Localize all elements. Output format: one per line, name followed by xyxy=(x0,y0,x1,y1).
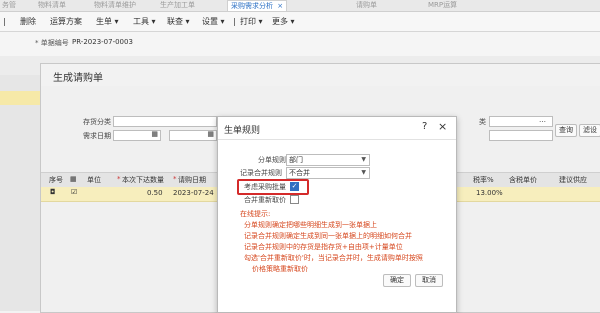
row-date: 2023-07-24 xyxy=(173,189,214,197)
col-qty: 本次下达数量 xyxy=(122,176,164,184)
right-field-label: 类 xyxy=(479,118,486,126)
doc-number-row: * 单据编号 PR-2023-07-0003 xyxy=(0,32,600,56)
required-marker-icon: * xyxy=(117,175,121,183)
tab-mrp[interactable]: MRP运算 xyxy=(428,0,457,11)
rule-dialog-titlebar: 生单规则 ? × xyxy=(218,117,456,140)
row-indicator-icon: ◘ xyxy=(50,188,56,196)
reprice-checkbox[interactable] xyxy=(290,195,299,204)
col-price: 含税单价 xyxy=(509,176,537,184)
category-label: 存货分类 xyxy=(83,118,111,126)
chevron-down-icon: ▾ xyxy=(220,17,225,26)
calendar-icon[interactable]: ▦ xyxy=(151,130,158,138)
tab-bar: 务管 物料清单 物料清单维护 生产加工单 采购需求分析 × 请购单 MRP运算 xyxy=(0,0,600,12)
filter-button[interactable]: 滤设 xyxy=(579,124,600,137)
tab-close-icon[interactable]: × xyxy=(277,2,283,10)
dialog-titlebar: 生成请购单 xyxy=(41,64,600,86)
req-date-to-input[interactable]: ▦ xyxy=(169,130,217,141)
chevron-down-icon: ▼ xyxy=(361,156,366,163)
doc-number-value: PR-2023-07-0003 xyxy=(72,38,133,46)
tip-line: 记录合并规则中的存货是指存货+自由项+计量单位 xyxy=(244,243,403,251)
settings-button[interactable]: 设置 ▾ xyxy=(202,15,225,28)
reprice-label: 合并重新取价 xyxy=(244,196,286,204)
tab-bom-maintain[interactable]: 物料清单维护 xyxy=(94,0,136,11)
rule-dialog: 生单规则 ? × 分单规则 部门 ▼ 记录合并规则 不合并 ▼ 考虑采购批量 ✓… xyxy=(217,116,457,313)
chevron-down-icon: ▾ xyxy=(114,17,119,26)
right-field-input-2[interactable] xyxy=(489,130,553,141)
toolbar-sep-icon: | xyxy=(233,17,236,26)
row-qty: 0.50 xyxy=(147,189,163,197)
tip-line: 记录合并规则确定生成到同一张单据上的明细如何合并 xyxy=(244,232,412,240)
merge-rule-select[interactable]: 不合并 ▼ xyxy=(286,167,370,179)
background-selected-row xyxy=(0,91,40,105)
chevron-down-icon: ▾ xyxy=(185,17,190,26)
split-rule-label: 分单规则 xyxy=(258,156,286,164)
more-button[interactable]: 更多 ▾ xyxy=(272,15,295,28)
split-rule-value: 部门 xyxy=(289,156,303,164)
search-icon[interactable]: … xyxy=(539,116,546,124)
calc-plan-button[interactable]: 运算方案 xyxy=(50,15,82,28)
batch-label: 考虑采购批量 xyxy=(244,183,286,191)
help-icon[interactable]: ? xyxy=(422,121,427,132)
tip-line: 分单规则确定把哪些明细生成到一张单据上 xyxy=(244,221,377,229)
col-unit: 单位 xyxy=(87,176,101,184)
lookup-button[interactable]: 联查 ▾ xyxy=(167,15,190,28)
rule-dialog-title: 生单规则 xyxy=(224,126,261,136)
tip-line: 价格策略重新取价 xyxy=(252,265,308,273)
query-button[interactable]: 查询 xyxy=(555,124,577,137)
print-button[interactable]: 打印 ▾ xyxy=(240,15,263,28)
doc-number-label: * 单据编号 xyxy=(35,39,69,47)
filter-icon[interactable]: ▦ xyxy=(70,175,77,183)
cancel-button[interactable]: 取消 xyxy=(415,274,443,287)
toolbar-sep-icon: | xyxy=(3,17,6,26)
col-index: 序号 xyxy=(49,176,63,184)
col-tax: 税率% xyxy=(473,176,494,184)
tab-purchase-request[interactable]: 请购单 xyxy=(356,0,377,11)
close-icon[interactable]: × xyxy=(438,120,447,133)
chevron-down-icon: ▾ xyxy=(258,17,263,26)
delete-button[interactable]: 删除 xyxy=(20,15,36,28)
row-checkbox[interactable]: ☑ xyxy=(71,188,77,196)
batch-checkbox[interactable]: ✓ xyxy=(290,182,299,191)
req-date-label: 需求日期 xyxy=(83,132,111,140)
merge-rule-value: 不合并 xyxy=(289,169,310,177)
tab-0[interactable]: 务管 xyxy=(2,0,16,11)
tip-line: 勾选'合并重新取价'时，当记录合并时，生成请购单时按照 xyxy=(244,254,423,262)
tools-button[interactable]: 工具 ▾ xyxy=(133,15,156,28)
col-supplier: 建议供应 xyxy=(559,176,587,184)
calendar-icon[interactable]: ▦ xyxy=(207,130,214,138)
tab-purchase-analysis[interactable]: 采购需求分析 × xyxy=(227,0,288,11)
tab-bom[interactable]: 物料清单 xyxy=(38,0,66,11)
generate-button[interactable]: 生单 ▾ xyxy=(96,15,119,28)
row-tax: 13.00% xyxy=(476,189,503,197)
required-marker-icon: * xyxy=(173,175,177,183)
merge-rule-label: 记录合并规则 xyxy=(240,169,282,177)
tip-title: 在线提示: xyxy=(240,210,271,218)
chevron-down-icon: ▾ xyxy=(290,17,295,26)
split-rule-select[interactable]: 部门 ▼ xyxy=(286,154,370,166)
dialog-title: 生成请购单 xyxy=(53,73,103,84)
ok-button[interactable]: 确定 xyxy=(383,274,411,287)
chevron-down-icon: ▼ xyxy=(361,169,366,176)
col-date: 请购日期 xyxy=(178,176,206,184)
tab-production-order[interactable]: 生产加工单 xyxy=(160,0,195,11)
background-grid xyxy=(0,75,41,311)
chevron-down-icon: ▾ xyxy=(151,17,156,26)
category-input[interactable] xyxy=(113,116,217,127)
tab-purchase-analysis-label: 采购需求分析 xyxy=(231,2,273,10)
req-date-from-input[interactable]: ▦ xyxy=(113,130,161,141)
toolbar: | 删除 运算方案 生单 ▾ 工具 ▾ 联查 ▾ 设置 ▾ | 打印 ▾ 更多 … xyxy=(0,12,600,32)
